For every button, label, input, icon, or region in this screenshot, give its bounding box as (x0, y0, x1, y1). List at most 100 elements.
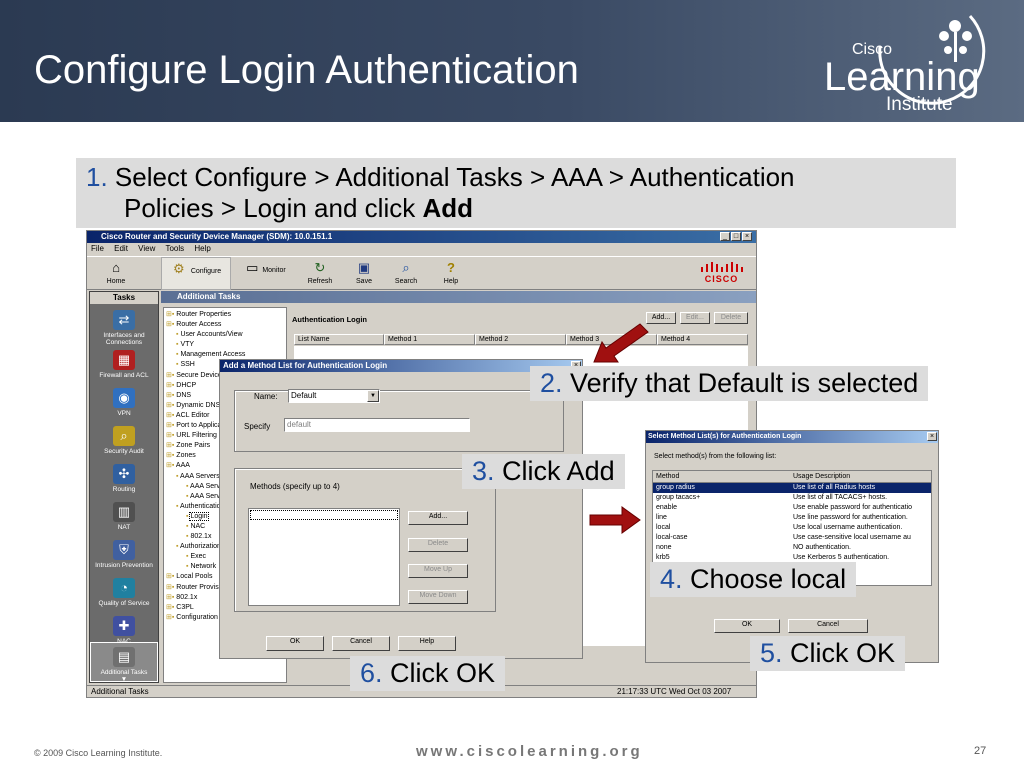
minimize-button[interactable]: _ (720, 232, 730, 241)
tree-item-label: ACL Editor (175, 411, 210, 419)
task-qos[interactable]: ◔ Quality of Service (90, 574, 158, 616)
method-row[interactable]: local-case Use case-sensitive local usern… (653, 533, 931, 543)
task-nat[interactable]: ▥ NAT (90, 498, 158, 540)
search-button[interactable]: ⌕ Search (391, 260, 421, 285)
tree-item[interactable]: ▪ VTY (166, 340, 286, 350)
folder-icon: ⊞▪ (166, 321, 177, 329)
menu-tools[interactable]: Tools (165, 244, 184, 253)
home-button[interactable]: ⌂ Home (95, 260, 137, 285)
refresh-button[interactable]: ↻ Refresh (305, 260, 335, 285)
add-dialog-ok-button[interactable]: OK (266, 636, 324, 651)
method-rows: group radius Use list of all Radius hosts… (653, 483, 931, 573)
move-up-button[interactable]: Move Up (408, 564, 468, 578)
method-row[interactable]: enable Use enable password for authentica… (653, 503, 931, 513)
callout-number: 5. (760, 638, 783, 668)
tree-item[interactable]: ▪ User Accounts/View (166, 330, 286, 340)
folder-icon: ⊞▪ (166, 371, 177, 379)
page-number: 27 (974, 745, 987, 757)
list-add-button[interactable]: Add... (646, 312, 676, 324)
tree-item-label: Local Pools (176, 573, 213, 581)
chevron-down-icon[interactable]: ▼ (367, 390, 379, 402)
callout-click-add: 3. Click Add (462, 454, 625, 489)
tree-item-label: VTY (180, 341, 195, 349)
callout-number: 6. (360, 658, 383, 688)
tree-item-label: Login (189, 511, 209, 521)
column-list-name[interactable]: List Name (294, 334, 384, 345)
callout-text: Choose local (690, 564, 847, 594)
name-select[interactable]: Default ▼ (288, 389, 380, 403)
move-down-button[interactable]: Move Down (408, 590, 468, 604)
method-row[interactable]: local Use local username authentication. (653, 523, 931, 533)
method-usage: Use case-sensitive local username au (793, 534, 911, 541)
menu-help[interactable]: Help (194, 244, 210, 253)
method-name: local-case (656, 534, 688, 541)
add-method-list-dialog: Add a Method List for Authentication Log… (219, 359, 583, 659)
usage-column-header[interactable]: Usage Description (793, 471, 850, 483)
method-row[interactable]: line Use line password for authentication… (653, 513, 931, 523)
menu-view[interactable]: View (138, 244, 155, 253)
select-dialog-cancel-button[interactable]: Cancel (788, 619, 868, 633)
menu-file[interactable]: File (91, 244, 104, 253)
step1-number: 1. (86, 162, 108, 192)
tree-item-label: DHCP (176, 381, 197, 389)
task-vpn[interactable]: ◉ VPN (90, 384, 158, 426)
list-edit-button[interactable]: Edit... (680, 312, 710, 324)
tree-item-label: SSH (180, 361, 195, 369)
methods-add-button[interactable]: Add... (408, 511, 468, 525)
tree-item-label: Router Properties (176, 311, 232, 318)
slide-title: Configure Login Authentication (34, 48, 579, 92)
add-dialog-help-button[interactable]: Help (398, 636, 456, 651)
save-button[interactable]: ▣ Save (351, 260, 377, 285)
methods-delete-button[interactable]: Delete (408, 538, 468, 552)
column-method-2[interactable]: Method 2 (475, 334, 566, 345)
methods-list-item[interactable] (250, 510, 398, 520)
cisco-bars-icon (700, 262, 743, 272)
method-usage: NO authentication. (793, 544, 851, 551)
folder-icon: ⊞▪ (166, 422, 177, 430)
task-firewall[interactable]: ▦ Firewall and ACL (90, 346, 158, 388)
arrow-to-select-dialog-icon (589, 506, 641, 534)
method-row[interactable]: group tacacs+ Use list of all TACACS+ hos… (653, 493, 931, 503)
additional-tasks-header: Additional Tasks (161, 291, 756, 303)
tree-item-label: NAC (190, 522, 206, 530)
monitor-button[interactable]: ▭ Monitor (237, 260, 293, 276)
tree-item[interactable]: ⊞▪ Router Access (166, 320, 286, 330)
task-interfaces[interactable]: ⇄ Interfaces and Connections (90, 306, 158, 348)
window-titlebar: Cisco Router and Security Device Manager… (87, 231, 756, 243)
task-label: Firewall and ACL (99, 372, 149, 379)
status-time: 21:17:33 UTC Wed Oct 03 2007 (617, 687, 732, 696)
task-label: Security Audit (104, 448, 144, 455)
column-method-4[interactable]: Method 4 (657, 334, 748, 345)
method-name: local (656, 524, 671, 531)
task-routing[interactable]: ✣ Routing (90, 460, 158, 502)
add-dialog-cancel-button[interactable]: Cancel (332, 636, 390, 651)
column-method-1[interactable]: Method 1 (384, 334, 475, 345)
tree-item-label: Management Access (180, 351, 246, 359)
folder-icon: ⊞▪ (166, 462, 176, 470)
method-row[interactable]: group radius Use list of all Radius hosts (653, 483, 931, 493)
tree-item-label: C3PL (176, 603, 194, 611)
refresh-icon: ↻ (314, 260, 326, 275)
footer-copyright: © 2009 Cisco Learning Institute. (34, 748, 163, 758)
task-security-audit[interactable]: ⌕ Security Audit (90, 422, 158, 464)
configure-button[interactable]: ⚙ Configure (161, 257, 231, 290)
task-intrusion-prevention[interactable]: ⛨ Intrusion Prevention (90, 536, 158, 578)
logo-sub-text: Institute (886, 94, 953, 115)
select-dialog-ok-button[interactable]: OK (714, 619, 780, 633)
search-icon: ⌕ (402, 260, 410, 275)
menu-edit[interactable]: Edit (114, 244, 128, 253)
help-button[interactable]: ? Help (439, 260, 463, 285)
select-dialog-close-icon[interactable]: × (927, 432, 937, 441)
task-additional-tasks[interactable]: ▤ Additional Tasks ▼ (90, 642, 158, 683)
security-audit-icon: ⌕ (113, 426, 135, 446)
method-usage: Use list of all TACACS+ hosts. (793, 494, 888, 501)
method-column-header[interactable]: Method (656, 471, 679, 483)
close-button[interactable]: × (742, 232, 752, 241)
specify-input[interactable]: default (284, 418, 470, 432)
maximize-button[interactable]: □ (731, 232, 741, 241)
methods-list[interactable] (248, 508, 400, 606)
method-row[interactable]: none NO authentication. (653, 543, 931, 553)
list-delete-button[interactable]: Delete (714, 312, 748, 324)
tree-item[interactable]: ⊞▪ Router Properties (166, 310, 286, 320)
tree-item-label: Zones (176, 452, 196, 460)
